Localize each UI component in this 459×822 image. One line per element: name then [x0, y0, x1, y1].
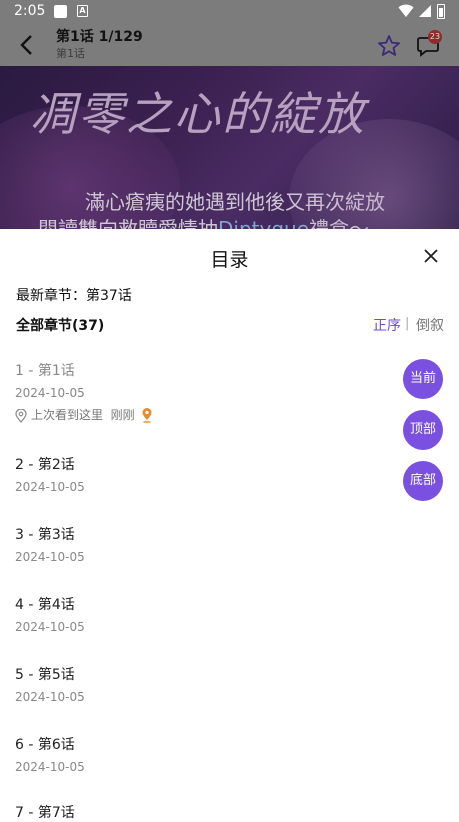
chapter-item-title: 4 - 第4话	[15, 597, 75, 613]
back-arrow-icon[interactable]	[17, 34, 37, 56]
sort-ascending-button[interactable]: 正序	[373, 315, 401, 335]
chapter-item-title: 7 - 第7话	[15, 805, 75, 821]
last-read-time: 刚刚	[110, 408, 135, 422]
status-time: 2:05	[14, 3, 46, 19]
banner-line2-prefix: 閱讀雙向救贖愛情抽	[38, 217, 218, 229]
all-chapters-label: 全部章节(37)	[16, 318, 105, 334]
signal-icon	[419, 5, 431, 17]
chapter-item[interactable]: 6 - 第6话 2024-10-05	[15, 734, 375, 774]
chapter-item-date: 2024-10-05	[15, 386, 85, 400]
last-read-marker: 上次看到这里 刚刚	[15, 406, 153, 424]
promo-banner[interactable]: 凋零之心的綻放 滿心瘡痍的她遇到他後又再次綻放 閱讀雙向救贖愛情抽Diptyqu…	[0, 66, 459, 229]
chapter-item[interactable]: 4 - 第4话 2024-10-05	[15, 594, 375, 634]
close-icon[interactable]	[422, 247, 440, 265]
chapter-item[interactable]: 3 - 第3话 2024-10-05	[15, 524, 375, 564]
chapter-item-date: 2024-10-05	[15, 620, 85, 634]
sheet-title: 目录	[210, 249, 249, 271]
app-notification-icon	[54, 5, 67, 18]
banner-title: 凋零之心的綻放	[30, 87, 366, 141]
reader-header: 第1话 1/129 第1话 23	[0, 24, 459, 66]
chapter-subtitle: 第1话	[56, 47, 85, 60]
chapter-item[interactable]: 1 - 第1话 2024-10-05 上次看到这里 刚刚	[15, 360, 375, 423]
chapter-item-title: 5 - 第5话	[15, 667, 75, 683]
wifi-icon	[398, 4, 414, 17]
jump-top-button[interactable]: 顶部	[403, 410, 443, 450]
star-icon[interactable]	[377, 34, 401, 58]
banner-line2: 閱讀雙向救贖愛情抽Diptyque禮盒～	[38, 213, 369, 229]
sort-separator: |	[405, 316, 410, 331]
jump-bottom-button[interactable]: 底部	[403, 461, 443, 501]
location-marker-icon	[142, 407, 152, 423]
chapter-item-date: 2024-10-05	[15, 480, 85, 494]
banner-line2-highlight: Diptyque	[218, 217, 310, 229]
chapter-list-sheet: 目录 最新章节：第37话 全部章节(37) 正序 | 倒叙 1 - 第1话 20…	[0, 229, 459, 821]
chapter-item-date: 2024-10-05	[15, 690, 85, 704]
latest-chapter-label: 最新章节：第37话	[16, 288, 132, 304]
sort-descending-button[interactable]: 倒叙	[416, 315, 444, 335]
chapter-item[interactable]: 5 - 第5话 2024-10-05	[15, 664, 375, 704]
chapter-item[interactable]: 2 - 第2话 2024-10-05	[15, 454, 375, 494]
chapter-item-title: 3 - 第3话	[15, 527, 75, 543]
last-read-text: 上次看到这里	[31, 408, 104, 422]
map-pin-icon	[15, 408, 27, 423]
chapter-item-date: 2024-10-05	[15, 550, 85, 564]
jump-current-button[interactable]: 当前	[403, 359, 443, 399]
chapter-item-title: 2 - 第2话	[15, 457, 75, 473]
banner-line1: 滿心瘡痍的她遇到他後又再次綻放	[85, 190, 385, 214]
chapter-title: 第1话 1/129	[56, 29, 143, 45]
chapter-item-date: 2024-10-05	[15, 760, 85, 774]
comment-count-badge: 23	[428, 30, 442, 44]
chapter-item-title: 1 - 第1话	[15, 363, 75, 379]
app-a-icon: A	[77, 5, 88, 17]
battery-icon	[437, 4, 445, 19]
chapter-item[interactable]: 7 - 第7话	[15, 802, 375, 822]
chapter-item-title: 6 - 第6话	[15, 737, 75, 753]
banner-line2-suffix: 禮盒～	[309, 217, 370, 229]
status-bar: 2:05 A	[0, 0, 459, 24]
